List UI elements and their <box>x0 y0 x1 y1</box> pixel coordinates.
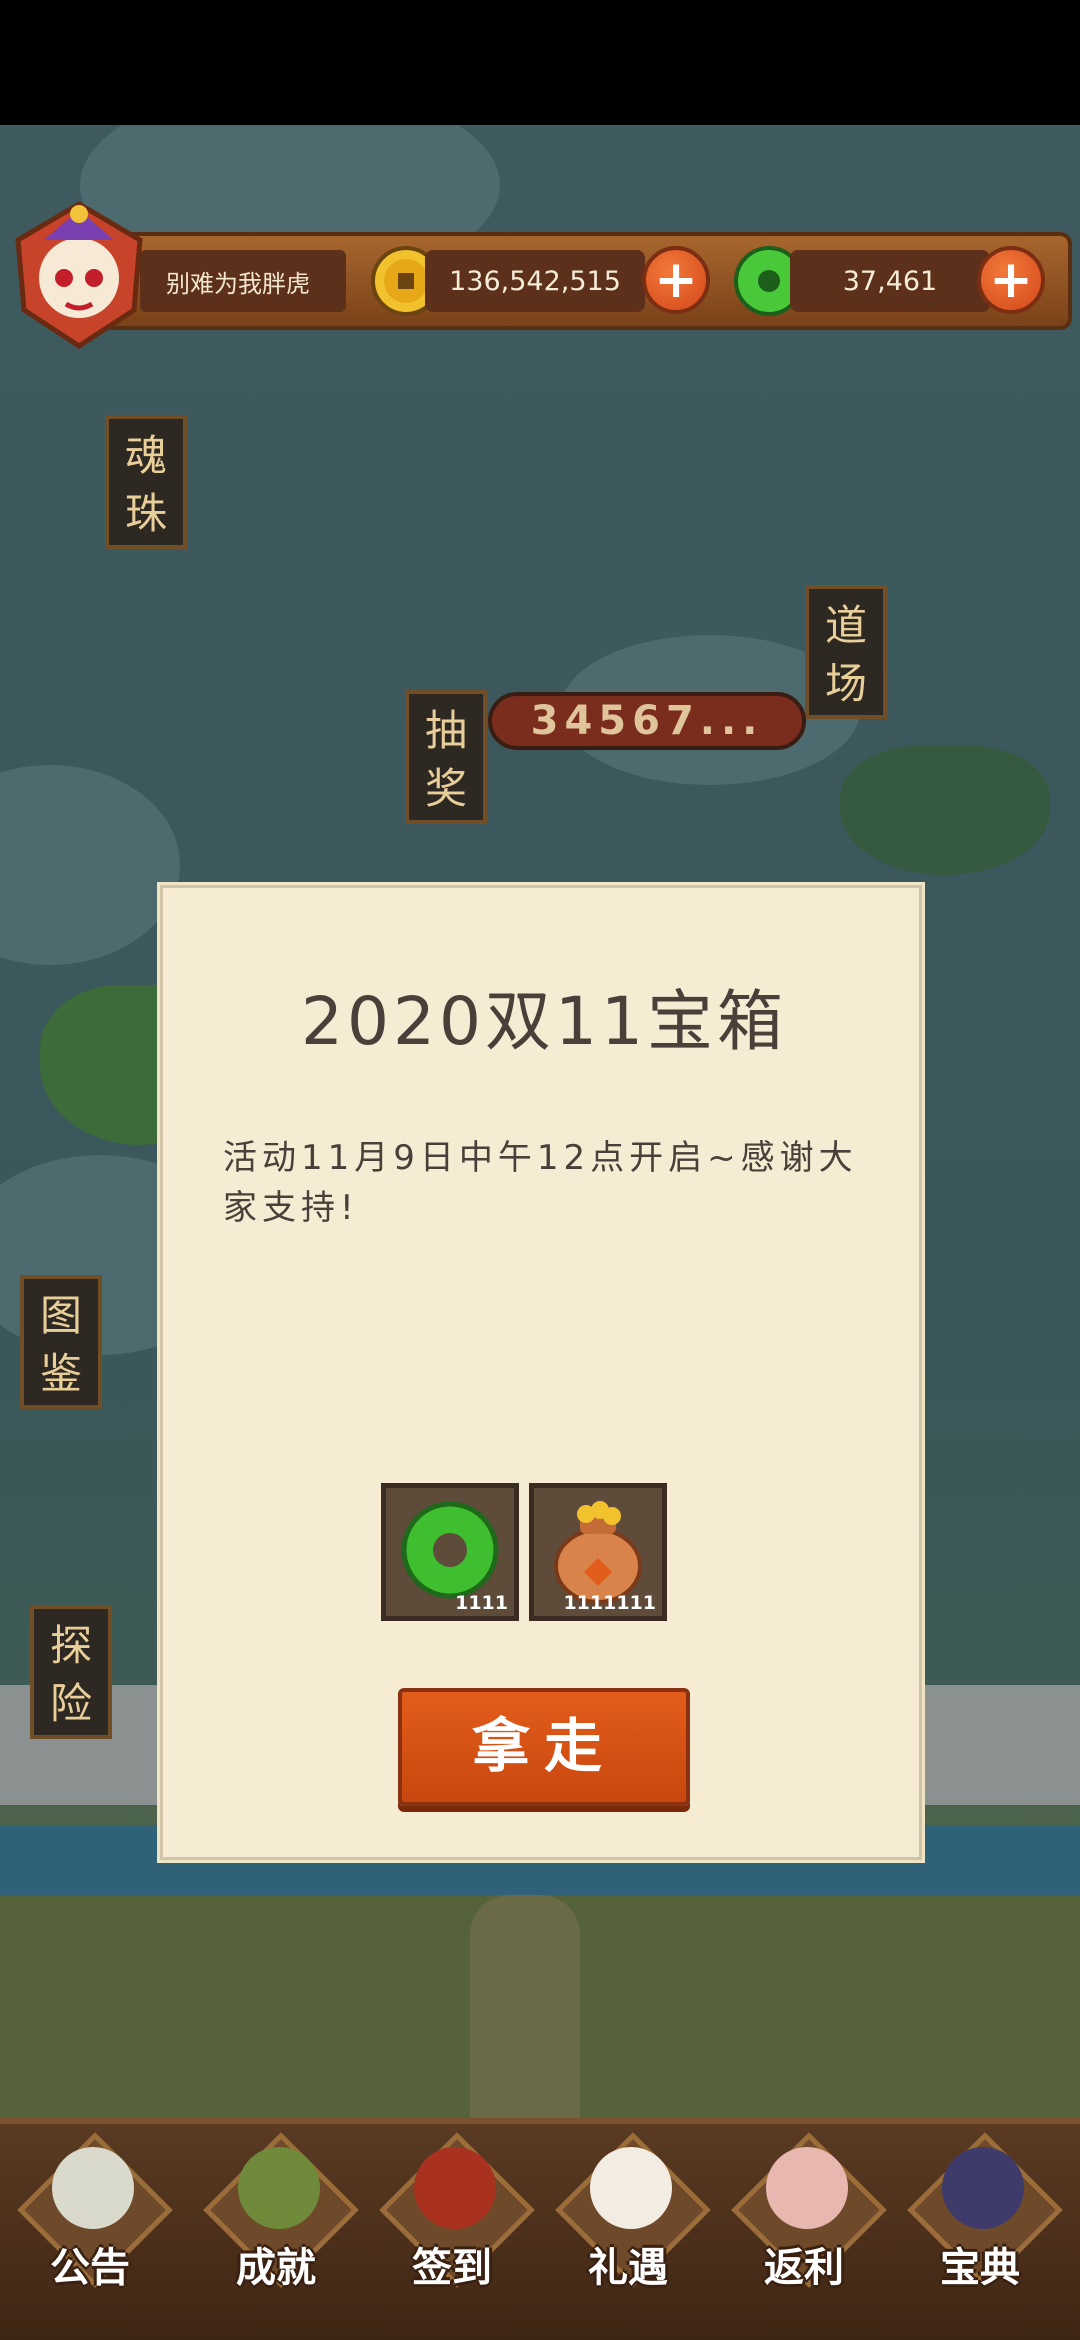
announcement-icon <box>52 2147 134 2229</box>
nav-achievement[interactable]: 成就 <box>196 2132 359 2315</box>
lottery-counter: 34567... <box>488 692 806 750</box>
dialog-title: 2020双11宝箱 <box>301 983 787 1060</box>
guidebook-icon <box>942 2147 1024 2229</box>
reward-slot: 1111 <box>381 1483 519 1621</box>
nav-gift[interactable]: 礼遇 <box>548 2132 711 2315</box>
player-avatar[interactable] <box>14 200 144 350</box>
player-name: 别难为我胖虎 <box>140 250 346 312</box>
lottery-menu[interactable]: 抽奖 <box>405 690 487 824</box>
nav-checkin[interactable]: 签到 <box>372 2132 535 2315</box>
event-chest-dialog: 2020双11宝箱 活动11月9日中午12点开启~感谢大家支持! 1111 11… <box>160 885 922 1860</box>
rebate-icon <box>766 2147 848 2229</box>
add-jade-button[interactable]: + <box>977 246 1045 314</box>
codex-menu[interactable]: 图鉴 <box>20 1275 102 1409</box>
explore-menu[interactable]: 探险 <box>30 1605 112 1739</box>
nav-announcement[interactable]: 公告 <box>10 2132 173 2315</box>
take-reward-button[interactable]: 拿走 <box>398 1688 690 1806</box>
soul-orb-menu[interactable]: 魂珠 <box>105 415 187 549</box>
status-bar <box>0 0 1080 125</box>
reward-count: 1111111 <box>563 1592 656 1614</box>
gold-amount: 136,542,515 <box>425 250 645 312</box>
jade-amount: 37,461 <box>790 250 990 312</box>
gift-icon <box>590 2147 672 2229</box>
nav-rebate[interactable]: 返利 <box>724 2132 887 2315</box>
checkin-icon <box>414 2147 496 2229</box>
reward-count: 1111 <box>455 1592 508 1614</box>
dojo-menu[interactable]: 道场 <box>805 585 887 719</box>
nav-guidebook[interactable]: 宝典 <box>900 2132 1063 2315</box>
add-gold-button[interactable]: + <box>642 246 710 314</box>
achievement-icon <box>238 2147 320 2229</box>
reward-slot: 1111111 <box>529 1483 667 1621</box>
dialog-message: 活动11月9日中午12点开启~感谢大家支持! <box>223 1138 858 1228</box>
